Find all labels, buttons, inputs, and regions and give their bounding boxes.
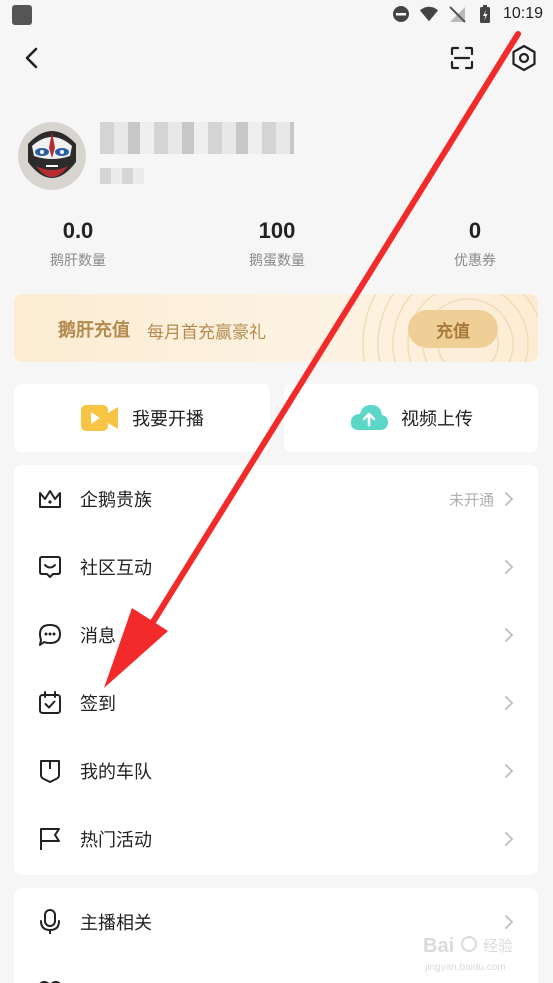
stat-value: 100 <box>258 218 296 243</box>
video-upload-label: 视频上传 <box>401 409 473 430</box>
svg-text:jingyan.baidu.com: jingyan.baidu.com <box>424 962 506 973</box>
menu-item-team[interactable]: 我的车队 <box>14 737 538 805</box>
menu-item-checkin[interactable]: 签到 <box>14 669 538 737</box>
crown-icon <box>36 485 64 513</box>
profile-header[interactable] <box>18 122 538 192</box>
stat-goose-liver[interactable]: 0.0 鹅肝数量 <box>8 216 148 270</box>
recharge-subtitle: 每月首充赢豪礼 <box>147 323 266 343</box>
heart-icon <box>36 976 64 983</box>
video-upload-button[interactable]: 视频上传 <box>284 384 538 452</box>
settings-button[interactable] <box>507 41 541 75</box>
username-blurred <box>100 122 294 154</box>
svg-text:经验: 经验 <box>483 937 513 955</box>
baidu-jingyan-watermark: Bai 经验 jingyan.baidu.com <box>423 935 513 973</box>
back-arrow-icon <box>25 47 38 69</box>
back-button[interactable] <box>14 41 48 75</box>
recharge-button[interactable]: 充值 <box>408 310 498 348</box>
chevron-right-icon <box>504 914 518 930</box>
hexagon-settings-icon <box>512 44 536 72</box>
svg-text:Bai: Bai <box>423 935 454 957</box>
menu-item-label: 我的车队 <box>80 762 152 783</box>
user-id-blurred <box>100 168 144 184</box>
menu-item-messages[interactable]: 消息 <box>14 601 538 669</box>
menu-item-status: 未开通 <box>448 490 494 509</box>
menu-item-label: 热门活动 <box>80 830 152 851</box>
shield-icon <box>36 757 64 785</box>
status-time: 10:19 <box>502 5 543 22</box>
stat-value: 0.0 <box>62 218 94 243</box>
avatar[interactable] <box>18 122 86 190</box>
menu-list: 企鹅贵族 未开通 社区互动 消息 签到 我的车队 热门活动 <box>14 465 538 875</box>
menu-item-label: 签到 <box>80 694 116 715</box>
stat-value: 0 <box>468 218 482 243</box>
chevron-right-icon <box>504 491 518 507</box>
chevron-right-icon <box>504 559 518 575</box>
scan-button[interactable] <box>445 41 479 75</box>
menu-item-label: 消息 <box>80 626 116 647</box>
menu-item-noble[interactable]: 企鹅贵族 未开通 <box>14 465 538 533</box>
chevron-right-icon <box>504 763 518 779</box>
top-bar <box>0 35 553 79</box>
stat-label: 鹅蛋数量 <box>249 253 305 269</box>
scan-icon <box>450 46 474 70</box>
menu-item-label: 企鹅贵族 <box>80 490 152 511</box>
stat-goose-egg[interactable]: 100 鹅蛋数量 <box>207 216 347 270</box>
menu-item-label: 主播相关 <box>80 913 152 934</box>
battery-charging-icon <box>475 4 495 24</box>
status-bar: 10:19 <box>0 0 553 32</box>
notification-icon <box>12 5 32 25</box>
chevron-right-icon <box>504 831 518 847</box>
microphone-icon <box>36 908 64 936</box>
menu-item-label: 社区互动 <box>80 558 152 579</box>
go-live-button[interactable]: 我要开播 <box>14 384 270 452</box>
wifi-icon <box>419 4 439 24</box>
message-bubble-icon <box>36 621 64 649</box>
chevron-right-icon <box>504 695 518 711</box>
flag-icon <box>36 825 64 853</box>
community-chat-icon <box>36 553 64 581</box>
calendar-check-icon <box>36 689 64 717</box>
video-camera-icon <box>81 405 118 431</box>
no-signal-icon <box>447 4 467 24</box>
cloud-upload-icon <box>350 405 388 430</box>
go-live-label: 我要开播 <box>132 409 204 430</box>
stat-label: 鹅肝数量 <box>50 253 106 269</box>
stat-label: 优惠券 <box>454 253 496 269</box>
recharge-banner[interactable]: 鹅肝充值 每月首充赢豪礼 充值 <box>14 294 538 362</box>
menu-item-community[interactable]: 社区互动 <box>14 533 538 601</box>
recharge-title: 鹅肝充值 <box>58 320 130 341</box>
stats-row: 0.0 鹅肝数量 100 鹅蛋数量 0 优惠券 <box>0 216 553 276</box>
do-not-disturb-icon <box>391 4 411 24</box>
chevron-right-icon <box>504 627 518 643</box>
stat-coupons[interactable]: 0 优惠券 <box>405 216 545 270</box>
menu-item-events[interactable]: 热门活动 <box>14 805 538 873</box>
